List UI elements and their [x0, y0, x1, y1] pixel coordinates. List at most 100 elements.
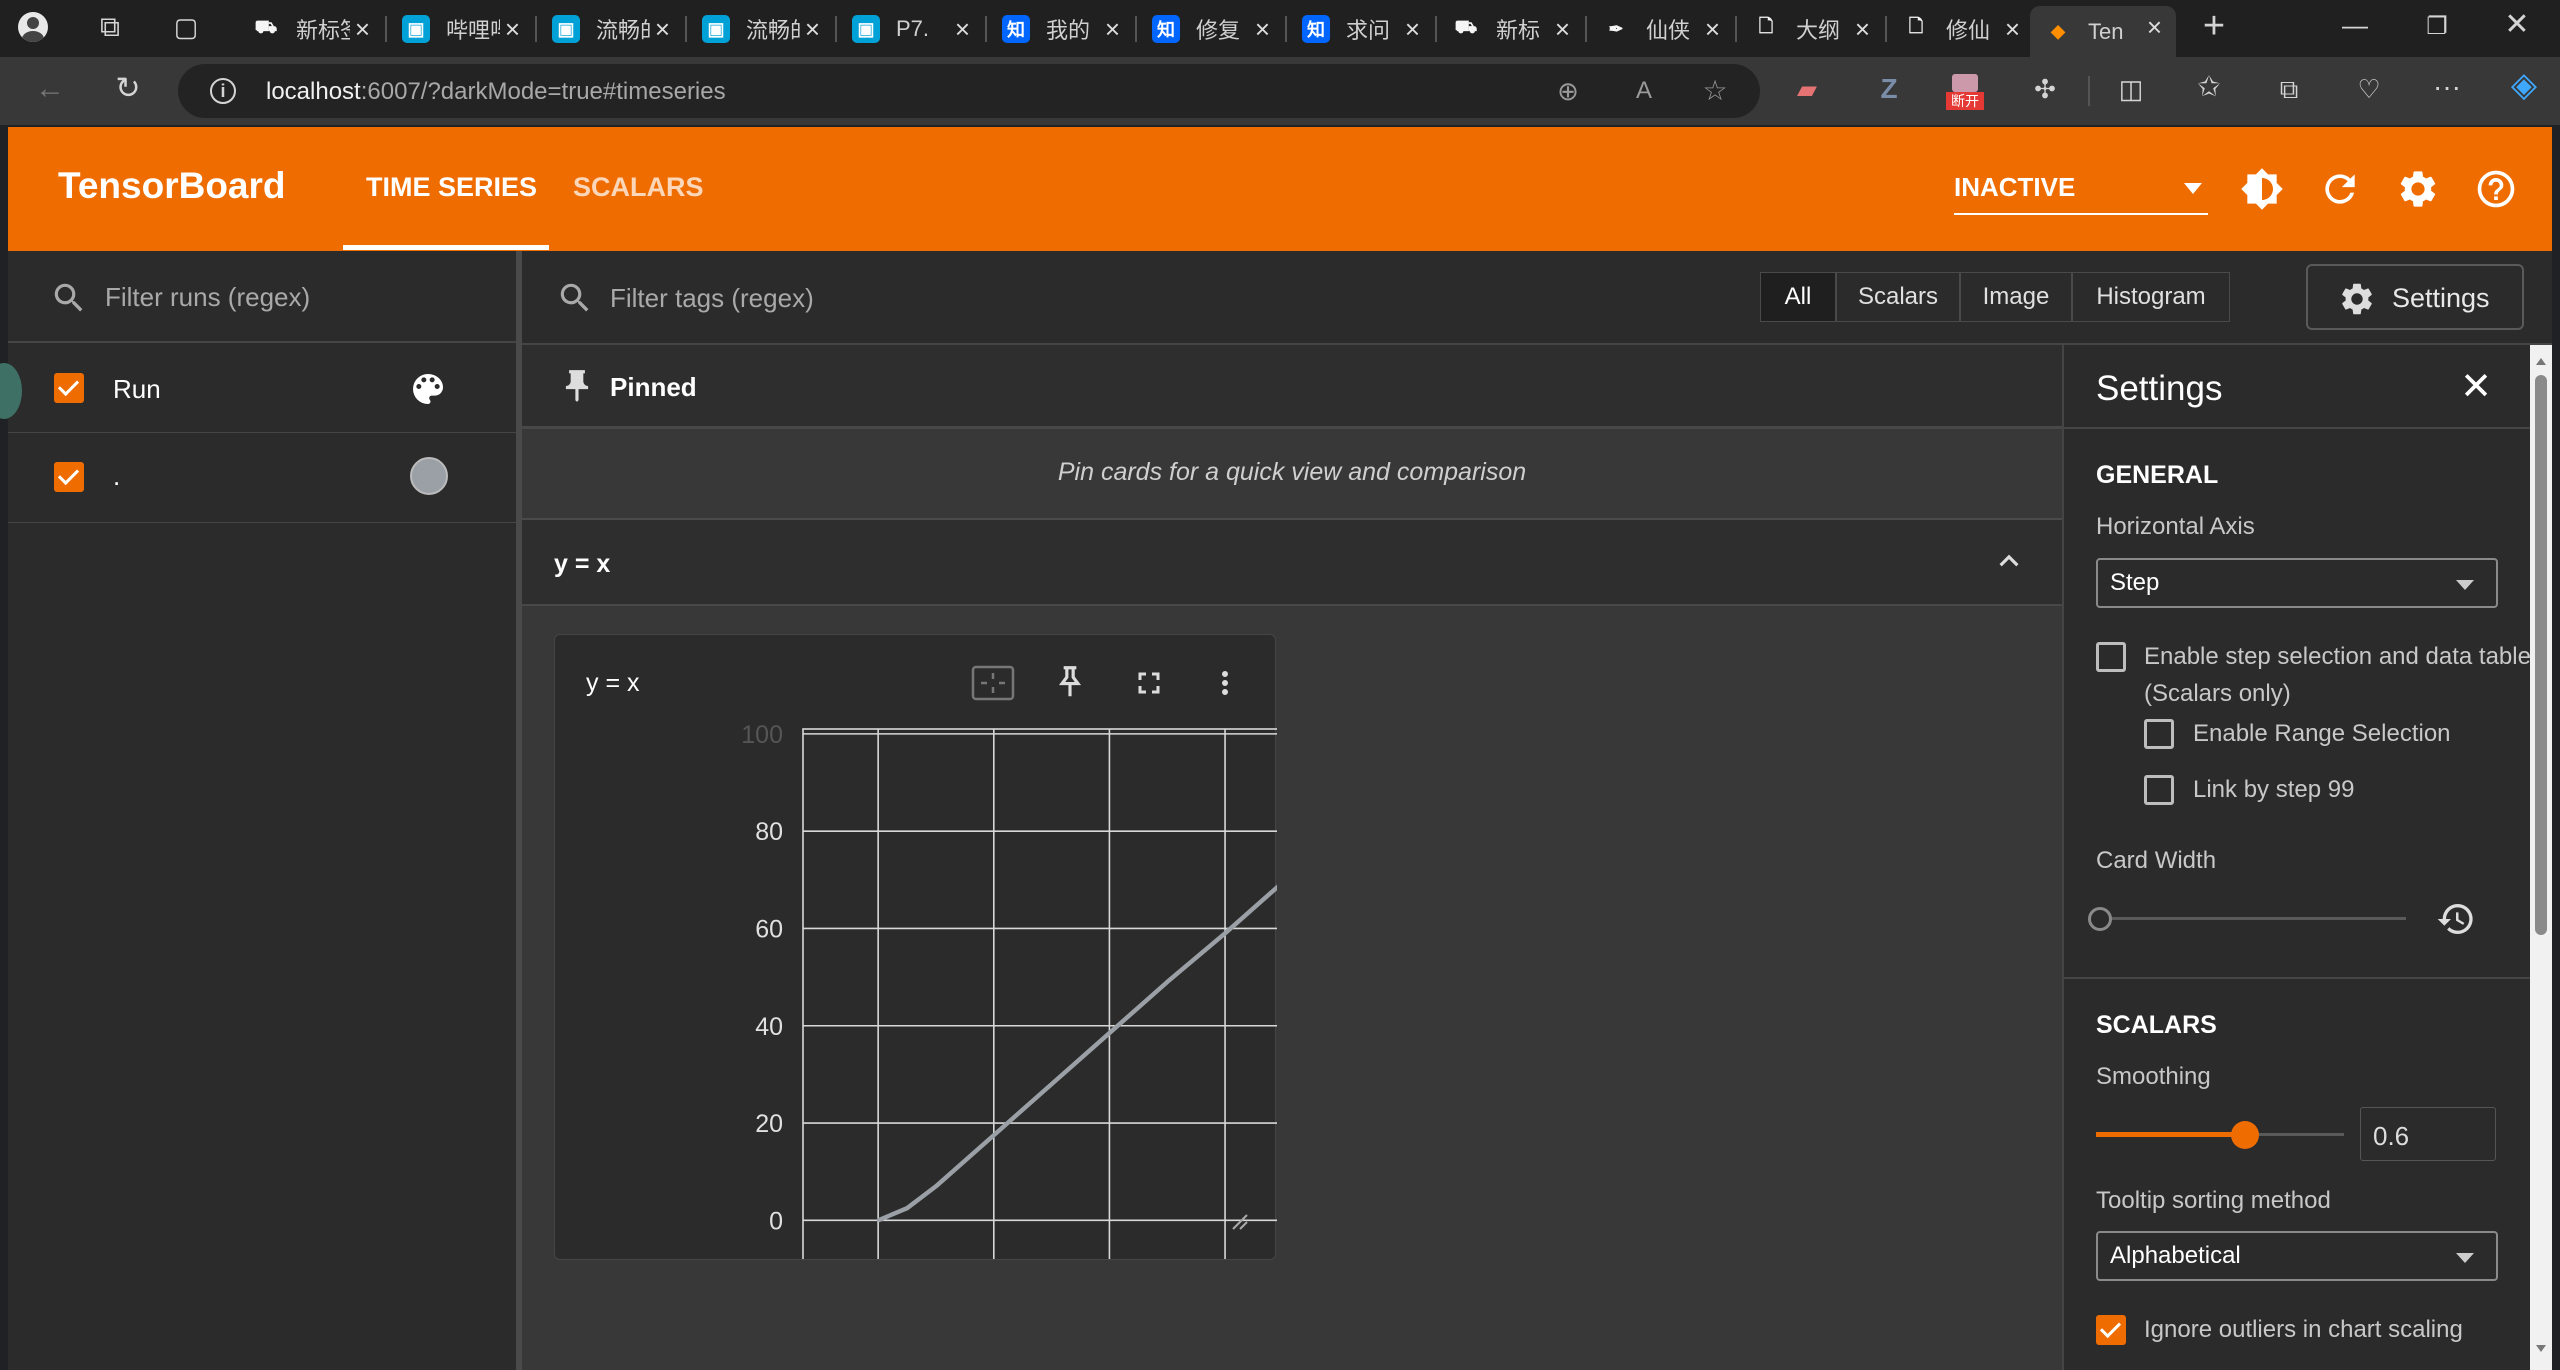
restore-button[interactable]: ❐ — [2420, 12, 2454, 42]
browser-tab[interactable]: ▣ 流畅的× — [688, 8, 834, 50]
tab-separator — [385, 16, 387, 42]
page-scrollbar[interactable] — [2530, 345, 2552, 1370]
fit-domain-icon[interactable] — [971, 663, 1015, 703]
close-tab-icon[interactable]: × — [505, 14, 520, 45]
card-width-slider-track[interactable] — [2100, 917, 2406, 920]
site-info-icon[interactable]: i — [210, 78, 236, 104]
extension-disconnect-icon[interactable]: 断开 — [1946, 72, 1984, 112]
scrollbar-thumb[interactable] — [2535, 375, 2547, 935]
close-tab-icon[interactable]: × — [355, 14, 370, 45]
close-tab-icon[interactable]: × — [1555, 14, 1570, 45]
smoothing-input[interactable]: 0.6 — [2360, 1107, 2496, 1161]
smoothing-slider-thumb[interactable] — [2230, 1121, 2259, 1149]
close-tab-icon[interactable]: × — [1855, 14, 1870, 45]
extension-z-icon[interactable]: Z — [1872, 74, 1906, 104]
address-bar[interactable]: i localhost:6007/?darkMode=true#timeseri… — [178, 64, 1760, 118]
scroll-up-arrow-icon[interactable] — [2536, 353, 2546, 365]
search-icon — [560, 283, 589, 312]
palette-icon[interactable] — [408, 369, 448, 409]
horizontal-axis-select[interactable]: Step — [2096, 558, 2498, 608]
collapse-chevron-icon[interactable] — [1990, 542, 2028, 580]
reset-icon[interactable] — [2436, 899, 2476, 939]
browser-tab[interactable]: 知我的 × — [988, 8, 1134, 50]
browser-tab[interactable]: 🗋 大纲 × — [1738, 8, 1884, 50]
browser-tab[interactable]: 知求问 × — [1288, 8, 1434, 50]
browser-tab[interactable]: ⛟ 新标 × — [1438, 8, 1584, 50]
ignore-outliers-checkbox[interactable] — [2096, 1315, 2126, 1345]
extension-books-icon[interactable]: ▰ — [1790, 74, 1824, 104]
close-tab-icon[interactable]: × — [955, 14, 970, 45]
browser-tab[interactable]: ▣ 哔哩哔哩× — [388, 8, 534, 50]
filter-chip-all[interactable]: All — [1760, 272, 1836, 322]
favorites-icon[interactable]: ✩ — [2192, 72, 2226, 102]
browser-tab[interactable]: ▣ 流畅的× — [538, 8, 684, 50]
zoom-icon[interactable]: ⊕ — [1552, 76, 1584, 106]
tab-separator — [1735, 16, 1737, 42]
browser-tab[interactable]: ⛟ 新标签页× — [238, 8, 384, 50]
back-arrow-icon[interactable]: ← — [30, 74, 70, 104]
settings-gear-icon[interactable] — [2396, 167, 2440, 211]
browser-tab[interactable]: ◆ Ten × — [2030, 6, 2176, 57]
line-chart[interactable]: 020406080100020406080100 — [555, 725, 1277, 1259]
run-row[interactable]: Run — [0, 343, 516, 433]
minimize-button[interactable]: — — [2338, 10, 2372, 40]
more-options-icon[interactable]: ··· — [2430, 72, 2464, 102]
new-tab-button[interactable]: + — [2196, 7, 2232, 45]
reload-icon[interactable]: ↻ — [108, 74, 148, 104]
workspaces-icon[interactable]: ⧉ — [92, 12, 128, 42]
refresh-icon[interactable] — [2318, 167, 2362, 211]
copilot-icon[interactable]: ◈ — [2504, 68, 2544, 102]
close-tab-icon[interactable]: × — [2147, 12, 2162, 43]
theme-toggle-icon[interactable] — [2240, 167, 2284, 211]
tooltip-sort-select[interactable]: Alphabetical — [2096, 1231, 2498, 1281]
run-checkbox[interactable] — [54, 373, 84, 403]
help-icon[interactable] — [2474, 167, 2518, 211]
close-tab-icon[interactable]: × — [2005, 14, 2020, 45]
run-color-swatch[interactable] — [410, 457, 448, 495]
split-screen-icon[interactable]: ◫ — [2114, 74, 2148, 104]
range-selection-checkbox[interactable] — [2144, 719, 2174, 749]
browser-tab-title: 流畅的 — [596, 18, 650, 43]
collections-icon[interactable]: ⧉ — [2272, 74, 2306, 104]
reload-status-select[interactable]: INACTIVE — [1954, 167, 2208, 215]
close-tab-icon[interactable]: × — [805, 14, 820, 45]
browser-tab[interactable]: ✒ 仙侠 × — [1588, 8, 1734, 50]
tab-scalars[interactable]: SCALARS — [573, 172, 704, 203]
tags-filter-input[interactable]: Filter tags (regex) — [610, 283, 814, 314]
browser-essentials-icon[interactable]: ♡ — [2352, 74, 2386, 104]
run-row[interactable]: . — [8, 433, 516, 523]
filter-chip-image[interactable]: Image — [1960, 272, 2072, 322]
tab-separator — [535, 16, 537, 42]
close-tab-icon[interactable]: × — [655, 14, 670, 45]
close-tab-icon[interactable]: × — [1105, 14, 1120, 45]
browser-tab[interactable]: ▣ P7. × — [838, 8, 984, 50]
resize-handle-icon[interactable] — [1229, 1211, 1249, 1231]
read-aloud-icon[interactable]: A — [1628, 76, 1660, 106]
runs-filter[interactable]: Filter runs (regex) — [8, 251, 516, 343]
filter-chip-histogram[interactable]: Histogram — [2072, 272, 2230, 322]
close-icon[interactable]: ✕ — [2456, 367, 2496, 407]
extensions-puzzle-icon[interactable]: ✣ — [2028, 74, 2062, 104]
run-checkbox[interactable] — [54, 462, 84, 492]
step-selection-checkbox[interactable] — [2096, 642, 2126, 672]
favorite-star-icon[interactable]: ☆ — [1698, 76, 1732, 106]
tab-time-series[interactable]: TIME SERIES — [366, 172, 537, 203]
pin-icon[interactable] — [1051, 663, 1089, 701]
close-window-button[interactable]: ✕ — [2500, 10, 2534, 40]
browser-tab[interactable]: 🗋 修仙 × — [1888, 8, 2034, 50]
group-header[interactable]: y = x — [522, 520, 2062, 606]
fullscreen-icon[interactable] — [1131, 665, 1167, 701]
link-by-step-checkbox[interactable] — [2144, 775, 2174, 805]
filter-chip-scalars[interactable]: Scalars — [1836, 272, 1960, 322]
more-vert-icon[interactable] — [1207, 663, 1243, 703]
tab-actions-icon[interactable]: ▢ — [168, 12, 204, 42]
brand-title[interactable]: TensorBoard — [58, 165, 286, 207]
browser-tab[interactable]: 知修复 × — [1138, 8, 1284, 50]
settings-toggle-button[interactable]: Settings — [2306, 264, 2524, 330]
profile-avatar[interactable] — [18, 12, 48, 42]
close-tab-icon[interactable]: × — [1405, 14, 1420, 45]
scroll-down-arrow-icon[interactable] — [2536, 1345, 2546, 1357]
card-width-slider-thumb[interactable] — [2088, 907, 2112, 931]
close-tab-icon[interactable]: × — [1255, 14, 1270, 45]
close-tab-icon[interactable]: × — [1705, 14, 1720, 45]
